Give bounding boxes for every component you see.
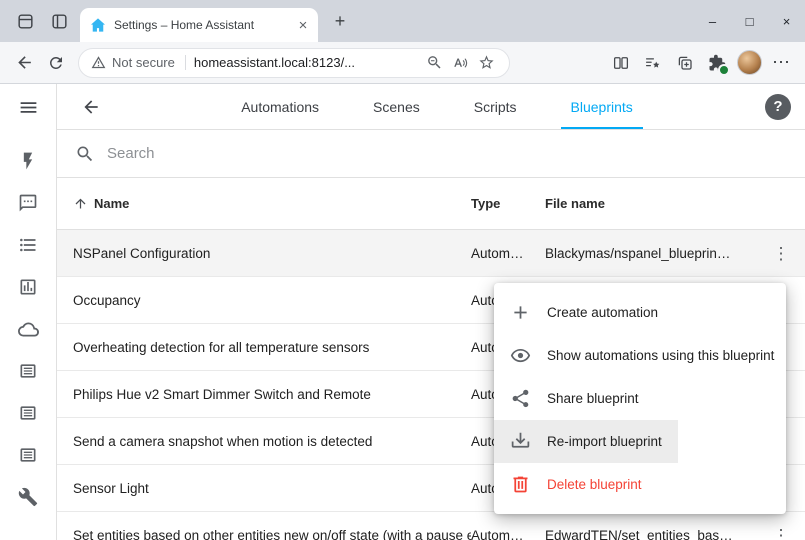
menu-item-label: Show automations using this blueprint [547,348,774,363]
sidebar-item-chat-icon[interactable] [16,192,40,214]
ha-tab-bar: Automations Scenes Scripts Blueprints [109,84,765,129]
row-name: Set entities based on other entities new… [57,528,471,540]
new-tab-button[interactable]: + [326,7,354,35]
zoom-out-icon[interactable] [421,50,447,76]
collections-icon[interactable] [669,47,701,79]
close-button[interactable]: × [768,0,805,42]
row-name: Sensor Light [57,481,471,496]
search-bar [57,130,805,178]
split-screen-icon[interactable] [605,47,637,79]
vertical-tabs-icon[interactable] [42,4,76,38]
tab-automations[interactable]: Automations [225,84,335,129]
share-icon [510,388,531,409]
minimize-button[interactable]: – [694,0,731,42]
search-input[interactable] [105,144,787,163]
menu-item-delete-blueprint[interactable]: Delete blueprint [494,463,658,506]
menu-item-show-automations[interactable]: Show automations using this blueprint [494,334,790,377]
sidebar-item-chart-icon[interactable] [16,276,40,298]
toolbar-right-group: ⋯ [605,47,797,79]
row-name: Philips Hue v2 Smart Dimmer Switch and R… [57,387,471,402]
row-file: Blackymas/nspanel_blueprin… [545,246,757,261]
browser-window: Settings – Home Assistant × + – □ × Not … [0,0,805,540]
home-assistant-favicon [90,17,106,33]
browser-toolbar: Not secure homeassistant.local:8123/... [0,42,805,84]
extensions-icon[interactable] [701,47,733,79]
ha-header: Automations Scenes Scripts Blueprints ? [57,84,805,130]
window-controls: – □ × [694,0,805,42]
menu-item-share-blueprint[interactable]: Share blueprint [494,377,655,420]
row-name: Send a camera snapshot when motion is de… [57,434,471,449]
trash-icon [510,474,531,495]
maximize-button[interactable]: □ [731,0,768,42]
column-header-name[interactable]: Name [94,196,129,211]
favorite-star-icon[interactable] [473,50,499,76]
sidebar-item-device-icon[interactable] [16,402,40,424]
sidebar-item-cloud-icon[interactable] [16,318,40,340]
favorites-icon[interactable] [637,47,669,79]
tab-scripts[interactable]: Scripts [458,84,533,129]
sidebar-item-device-icon[interactable] [16,444,40,466]
home-assistant-app: Automations Scenes Scripts Blueprints ? … [0,84,805,540]
help-icon[interactable]: ? [765,94,791,120]
menu-item-label: Re-import blueprint [547,434,662,449]
ha-back-icon[interactable] [73,89,109,125]
row-name: NSPanel Configuration [57,246,471,261]
table-row[interactable]: NSPanel Configuration Autom… Blackymas/n… [57,230,805,277]
sidebar-item-list-icon[interactable] [16,234,40,256]
eye-icon [510,345,531,366]
browser-menu-icon[interactable]: ⋯ [765,47,797,79]
table-header: Name Type File name [57,178,805,230]
menu-item-label: Share blueprint [547,391,639,406]
row-name: Occupancy [57,293,471,308]
row-name: Overheating detection for all temperatur… [57,340,471,355]
ha-sidebar [0,84,57,540]
row-overflow-menu-icon[interactable]: ⋮ [765,519,797,540]
security-indicator[interactable]: Not secure [91,55,186,70]
profile-avatar[interactable] [733,47,765,79]
sidebar-items [16,150,40,508]
plus-icon [510,302,531,323]
ha-main: Automations Scenes Scripts Blueprints ? … [57,84,805,540]
row-overflow-menu-icon[interactable]: ⋮ [765,237,797,269]
column-header-file[interactable]: File name [545,196,757,211]
workspaces-icon[interactable] [8,4,42,38]
refresh-icon[interactable] [40,47,72,79]
sort-ascending-icon[interactable] [73,196,88,211]
sidebar-item-flash-icon[interactable] [16,150,40,172]
blueprint-context-menu: Create automation Show automations using… [494,283,786,514]
browser-tab[interactable]: Settings – Home Assistant × [80,8,318,42]
sync-badge-icon [718,64,730,76]
row-type: Autom… [471,246,545,261]
menu-item-create-automation[interactable]: Create automation [494,291,674,334]
tab-close-icon[interactable]: × [294,16,312,34]
browser-titlebar: Settings – Home Assistant × + – □ × [0,0,805,42]
column-header-type[interactable]: Type [471,196,545,211]
row-file: EdwardTEN/set_entities_bas… [545,528,757,540]
back-icon[interactable] [8,47,40,79]
tab-scenes[interactable]: Scenes [357,84,436,129]
table-row[interactable]: Set entities based on other entities new… [57,512,805,540]
security-label: Not secure [112,55,175,70]
avatar-image [737,50,762,75]
url-text: homeassistant.local:8123/... [186,55,421,70]
sidebar-item-wrench-icon[interactable] [16,486,40,508]
read-aloud-icon[interactable] [447,50,473,76]
warning-icon [91,55,106,70]
import-download-icon [510,431,531,452]
row-type: Autom… [471,528,545,540]
sidebar-menu-icon[interactable] [0,84,56,130]
tab-blueprints[interactable]: Blueprints [555,84,649,129]
sidebar-item-device-icon[interactable] [16,360,40,382]
tab-title: Settings – Home Assistant [114,18,286,32]
menu-item-label: Delete blueprint [547,477,642,492]
menu-item-label: Create automation [547,305,658,320]
search-icon [75,144,95,164]
address-bar[interactable]: Not secure homeassistant.local:8123/... [78,48,510,78]
menu-item-reimport-blueprint[interactable]: Re-import blueprint [494,420,678,463]
